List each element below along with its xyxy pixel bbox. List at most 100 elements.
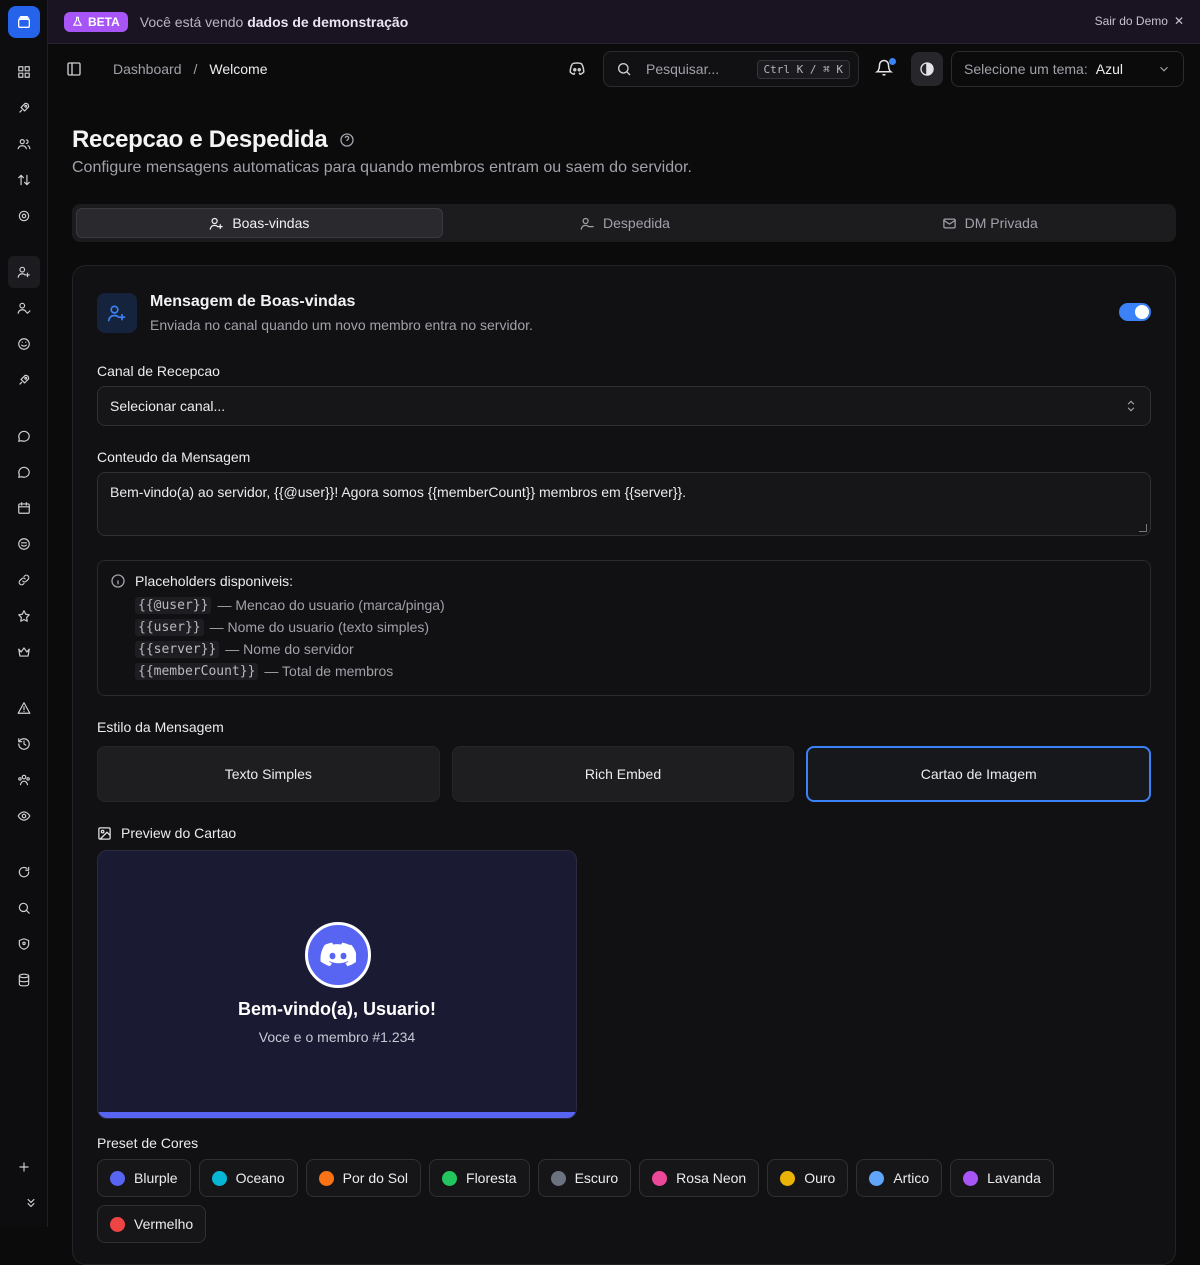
message-content-textarea[interactable]: Bem-vindo(a) ao servidor, {{@user}}! Ago… xyxy=(97,472,1151,536)
tab-despedida[interactable]: Despedida xyxy=(443,208,808,238)
calendar-icon[interactable] xyxy=(12,496,36,520)
contrast-toggle-icon[interactable] xyxy=(911,52,943,86)
search-settings-icon[interactable] xyxy=(12,896,36,920)
style-option-texto-simples[interactable]: Texto Simples xyxy=(97,746,440,802)
card-title: Mensagem de Boas-vindas xyxy=(150,293,356,310)
discord-icon[interactable] xyxy=(568,61,586,77)
channel-select[interactable]: Selecionar canal... xyxy=(97,386,1151,426)
link-icon[interactable] xyxy=(12,568,36,592)
color-preset-label: Oceano xyxy=(235,1170,285,1186)
search-input[interactable]: Pesquisar... Ctrl K / ⌘ K xyxy=(603,51,859,87)
sort-icon[interactable] xyxy=(12,168,36,192)
color-swatch xyxy=(110,1170,125,1186)
color-preset-chip[interactable]: Ouro xyxy=(767,1159,849,1197)
list-item: {{user}} — Nome do usuario (texto simples… xyxy=(135,616,1138,638)
color-preset-chip[interactable]: Vermelho xyxy=(97,1205,207,1243)
color-swatch xyxy=(550,1170,566,1186)
demo-notice-bold: dados de demonstração xyxy=(247,13,409,30)
color-preset-chip[interactable]: Blurple xyxy=(97,1159,191,1197)
user-plus-icon xyxy=(97,293,137,333)
breadcrumb-root[interactable]: Dashboard xyxy=(113,61,182,77)
color-preset-chip[interactable]: Lavanda xyxy=(950,1159,1054,1197)
team-icon[interactable] xyxy=(12,768,36,792)
style-option-cartao-imagem[interactable]: Cartao de Imagem xyxy=(806,746,1152,802)
title-row: Recepcao e Despedida xyxy=(72,126,355,154)
dashboard-icon[interactable] xyxy=(12,60,36,84)
refresh-icon[interactable] xyxy=(12,860,36,884)
crown-icon[interactable] xyxy=(12,640,36,664)
notifications-icon[interactable] xyxy=(874,58,896,79)
plus-icon[interactable] xyxy=(12,1155,36,1179)
color-swatch xyxy=(869,1170,885,1186)
database-icon[interactable] xyxy=(12,968,36,992)
demo-notice-prefix: Você está vendo xyxy=(139,13,248,30)
color-preset-label: Floresta xyxy=(466,1170,517,1186)
breadcrumb: Dashboard / Welcome xyxy=(113,61,267,77)
rocket-icon[interactable] xyxy=(12,96,36,120)
color-preset-chip[interactable]: Rosa Neon xyxy=(639,1159,760,1197)
color-preset-chip[interactable]: Floresta xyxy=(429,1159,530,1197)
color-preset-chip[interactable]: Por do Sol xyxy=(305,1159,422,1197)
placeholder-code: {{memberCount}} xyxy=(135,662,259,680)
chevrons-down-icon[interactable] xyxy=(20,1191,42,1215)
color-preset-chip[interactable]: Escuro xyxy=(537,1159,632,1197)
color-preset-chip[interactable]: Artico xyxy=(856,1159,943,1197)
color-preset-label: Escuro xyxy=(574,1170,619,1186)
toggle-knob xyxy=(1135,305,1149,319)
user-plus-icon[interactable] xyxy=(8,256,40,288)
tab-boas-vindas[interactable]: Boas-vindas xyxy=(76,208,443,238)
user-check-icon[interactable] xyxy=(12,296,36,320)
demo-notice: Você está vendo dados de demonstração xyxy=(140,14,408,30)
settings-icon[interactable] xyxy=(12,204,36,228)
resize-handle-icon[interactable] xyxy=(1139,524,1147,532)
breadcrumb-separator: / xyxy=(193,61,198,77)
sidebar xyxy=(0,0,48,1227)
preview-label: Preview do Cartao xyxy=(97,825,236,841)
color-preset-label: Rosa Neon xyxy=(676,1170,747,1186)
color-swatch xyxy=(211,1170,227,1186)
tab-label: Despedida xyxy=(603,215,670,231)
app-logo-icon[interactable] xyxy=(8,6,40,38)
smile-icon[interactable] xyxy=(12,332,36,356)
color-preset-chip[interactable]: Oceano xyxy=(198,1159,298,1197)
theme-select-value: Azul xyxy=(1095,61,1123,77)
star-icon[interactable] xyxy=(12,604,36,628)
users-icon[interactable] xyxy=(12,132,36,156)
beta-badge: BETA xyxy=(64,11,128,32)
close-icon: ✕ xyxy=(1173,14,1184,28)
help-icon[interactable] xyxy=(339,132,355,148)
sidebar-toggle-icon[interactable] xyxy=(66,61,82,77)
placeholders-info: Placeholders disponiveis: {{@user}} — Men… xyxy=(97,560,1151,696)
warning-icon[interactable] xyxy=(12,696,36,720)
rocket-icon[interactable] xyxy=(12,368,36,392)
page-title: Recepcao e Despedida xyxy=(72,126,328,153)
enable-toggle[interactable] xyxy=(1119,303,1151,321)
message-circle-icon[interactable] xyxy=(12,460,36,484)
placeholder-code: {{@user}} xyxy=(135,596,212,614)
chevron-down-icon xyxy=(1160,66,1168,72)
placeholder-desc: — Total de membros xyxy=(264,663,394,679)
message-circle-icon[interactable] xyxy=(12,424,36,448)
exit-demo-label: Sair do Demo xyxy=(1094,14,1168,28)
eye-icon[interactable] xyxy=(12,804,36,828)
presets-label: Preset de Cores xyxy=(97,1135,199,1151)
shield-icon[interactable] xyxy=(12,932,36,956)
placeholder-code: {{server}} xyxy=(135,640,220,658)
theme-select[interactable]: Selecione um tema: Azul xyxy=(951,51,1184,87)
breadcrumb-current: Welcome xyxy=(209,61,268,77)
color-preset-label: Lavanda xyxy=(987,1170,1041,1186)
history-icon[interactable] xyxy=(12,732,36,756)
exit-demo-button[interactable]: Sair do Demo ✕ xyxy=(1095,14,1184,28)
preview-accent-bar xyxy=(98,1112,576,1118)
placeholders-title: Placeholders disponiveis: xyxy=(135,573,293,589)
emoji-icon[interactable] xyxy=(12,532,36,556)
style-option-rich-embed[interactable]: Rich Embed xyxy=(451,746,795,802)
beta-badge-label: BETA xyxy=(88,14,120,29)
info-icon xyxy=(111,574,125,588)
color-preset-label: Ouro xyxy=(804,1170,836,1186)
tab-dm-privada[interactable]: DM Privada xyxy=(807,208,1172,238)
placeholder-desc: — Mencao do usuario (marca/pinga) xyxy=(217,597,445,613)
welcome-settings-card: Mensagem de Boas-vindas Enviada no canal… xyxy=(72,265,1176,1265)
color-swatch xyxy=(318,1170,334,1186)
content-label: Conteudo da Mensagem xyxy=(97,449,251,465)
